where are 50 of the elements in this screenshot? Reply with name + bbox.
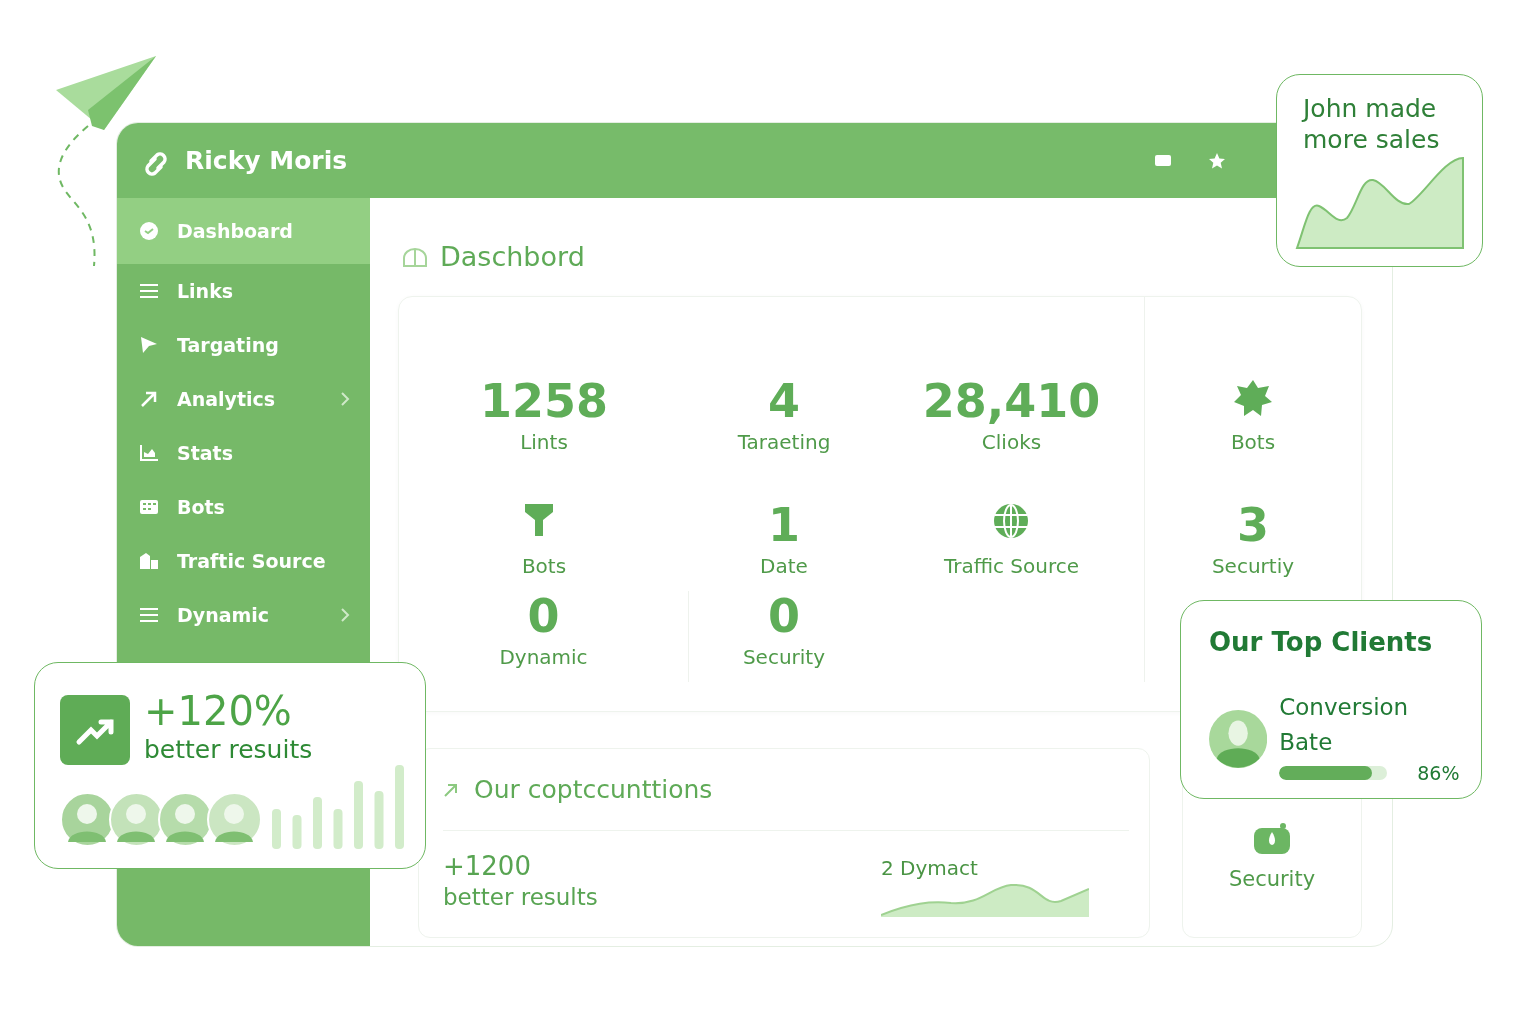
client-metric: Conversion Bate xyxy=(1279,693,1410,757)
sidebar-item[interactable]: Bots xyxy=(117,480,370,534)
trend-label: 2 Dymact xyxy=(881,855,979,882)
result-caption: better resuits xyxy=(144,734,313,766)
menu-icon xyxy=(139,281,159,301)
sidebar-item[interactable]: Dashboard xyxy=(117,198,370,264)
star-icon xyxy=(1208,151,1226,170)
sidebar-item[interactable]: Targating xyxy=(117,318,370,372)
stat-value: 1258 xyxy=(480,376,608,427)
stat-value: 1 xyxy=(768,500,800,551)
stat-value: 4 xyxy=(768,376,800,427)
sidebar-item[interactable]: Links xyxy=(117,264,370,318)
stat-label: Bots xyxy=(1230,429,1276,456)
card-title: Our coptccunttions xyxy=(474,773,713,806)
window-icon xyxy=(1154,154,1172,167)
arrow-icon xyxy=(139,389,159,409)
stat-label: Clioks xyxy=(981,429,1042,456)
result-caption: better results xyxy=(443,883,598,913)
stat-label: Date xyxy=(760,553,808,580)
chart-icon xyxy=(139,443,159,463)
stat-value: 28,410 xyxy=(922,376,1101,427)
building-icon xyxy=(139,551,159,571)
splat-icon xyxy=(1233,378,1273,418)
arrow-icon xyxy=(443,781,458,798)
dashboard-icon xyxy=(402,246,428,268)
stat-label: Taraeting xyxy=(737,429,831,456)
stat-label: Lints xyxy=(520,429,568,456)
sidebar-item[interactable]: Traftic Source xyxy=(117,534,370,588)
card-title: Our Top Clients xyxy=(1209,626,1434,659)
stat-label: Securtiy xyxy=(1211,553,1295,580)
sidebar-item[interactable]: Stats xyxy=(117,426,370,480)
stat-label: Bots xyxy=(521,553,567,580)
app-title: Ricky Moris xyxy=(185,144,348,177)
stat-value: 0 xyxy=(527,591,560,642)
stat-value: 3 xyxy=(1237,500,1269,551)
stat-label: Dynamic xyxy=(499,643,588,671)
result-value: +120% xyxy=(144,691,293,731)
avatar xyxy=(1209,708,1268,769)
page-title: Daschbord xyxy=(440,239,585,274)
menu-icon xyxy=(139,605,159,625)
grid-icon xyxy=(139,497,159,517)
stat-label: Security xyxy=(742,643,826,671)
sidebar-item[interactable]: Dynamic xyxy=(117,588,370,642)
stat-value: 0 xyxy=(768,591,800,642)
stat-label: Traffic Source xyxy=(943,553,1080,580)
sales-text: John made more sales xyxy=(1303,93,1441,156)
security-label: Security xyxy=(1228,865,1316,893)
result-value: +1200 xyxy=(443,853,532,881)
sidebar-item[interactable]: Analytics xyxy=(117,372,370,426)
percent-value: 86% xyxy=(1417,761,1460,786)
